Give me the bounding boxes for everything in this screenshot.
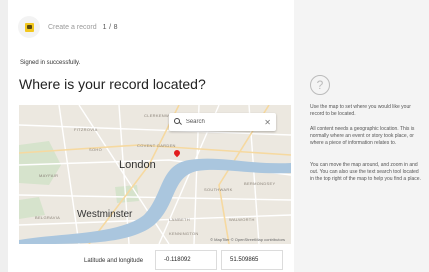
search-icon: [174, 118, 182, 126]
map-label-belgravia: BELGRAVIA: [35, 215, 61, 220]
map-label-walworth: WALWORTH: [229, 217, 255, 222]
longitude-field[interactable]: -0.118092: [155, 250, 217, 270]
map-label-bermondsey: BERMONDSEY: [244, 181, 276, 186]
help-paragraph-1: Use the map to set where you would like …: [310, 104, 411, 117]
map-label-lambeth: LAMBETH: [169, 217, 190, 222]
app-logo-icon[interactable]: [18, 16, 40, 38]
page-title: Where is your record located?: [19, 76, 206, 92]
header-title: Create a record: [48, 23, 97, 31]
signin-message: Signed in successfully.: [20, 60, 81, 66]
map-label-southwark: SOUTHWARK: [204, 187, 233, 192]
help-paragraph-3: You can move the map around, and zoom in…: [310, 162, 421, 182]
location-map[interactable]: FITZROVIA HOXTON CLERKENWELL SOHO COVENT…: [19, 105, 291, 244]
map-label-covent-garden: COVENT GARDEN: [137, 143, 176, 148]
map-label-soho: SOHO: [89, 147, 102, 152]
step-indicator: 1 / 8: [102, 23, 118, 31]
map-search-box[interactable]: ✕: [169, 113, 276, 131]
map-label-kennington: KENNINGTON: [169, 231, 199, 236]
close-icon[interactable]: ✕: [264, 118, 271, 127]
help-icon: ?: [310, 75, 330, 95]
help-paragraph-2: All content needs a geographic location.…: [310, 126, 415, 146]
map-label-mayfair: MAYFAIR: [39, 173, 59, 178]
coordinates-label: Latitude and longitude: [84, 258, 144, 264]
map-label-westminster: Westminster: [77, 209, 133, 220]
map-search-input[interactable]: [185, 119, 265, 125]
latitude-field[interactable]: 51.509865: [221, 250, 283, 270]
header: Create a record 1 / 8: [18, 16, 118, 38]
map-label-fitzrovia: FITZROVIA: [74, 127, 98, 132]
map-attribution[interactable]: © MapTiler © OpenStreetMap contributors: [210, 237, 285, 242]
map-label-london: London: [119, 159, 156, 171]
